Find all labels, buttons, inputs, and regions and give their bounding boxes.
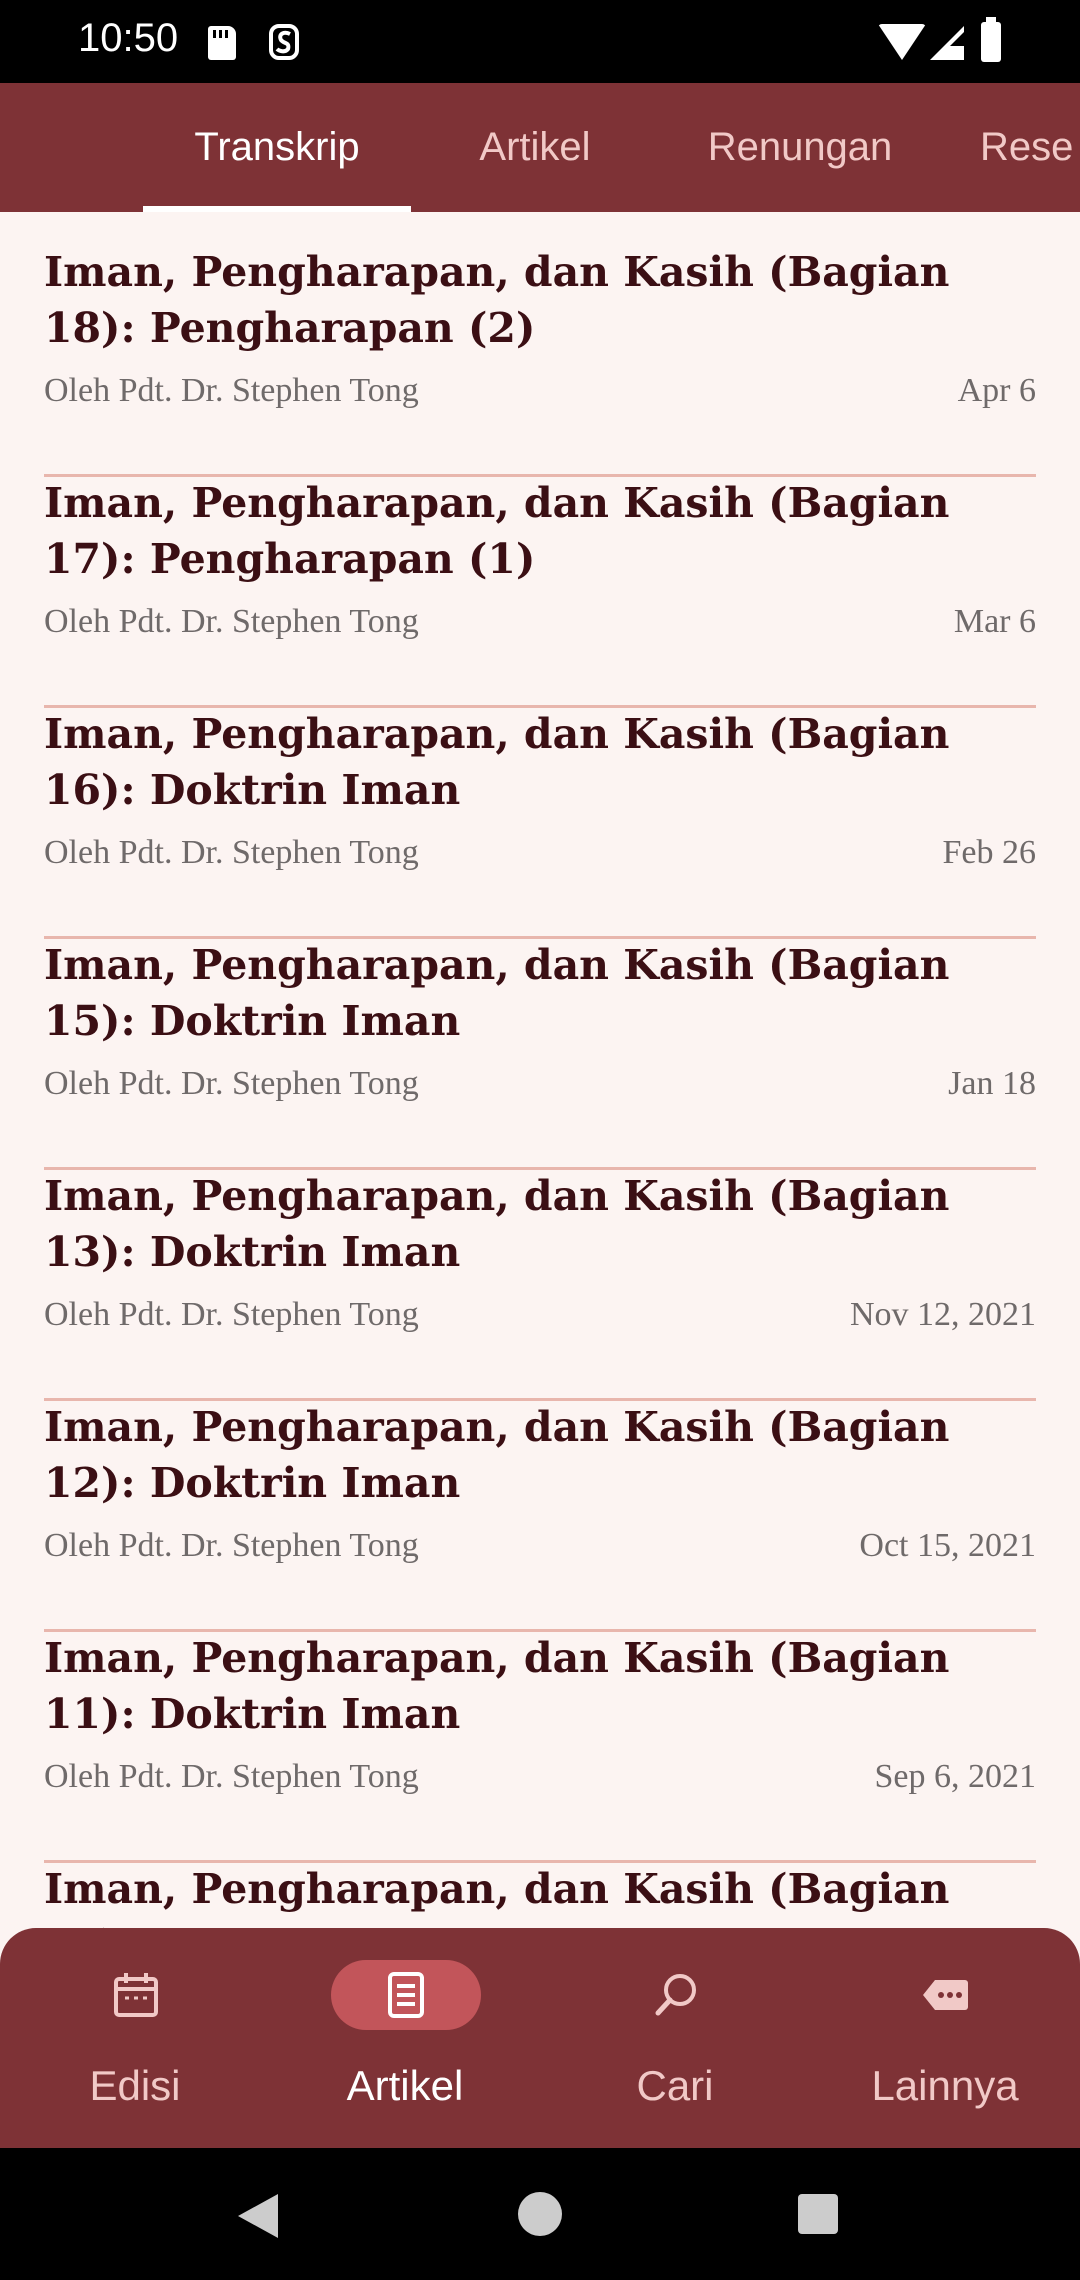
article-meta: Oleh Pdt. Dr. Stephen Tong Mar 6 bbox=[44, 603, 1036, 647]
system-navigation-bar bbox=[0, 2148, 1080, 2280]
article-meta: Oleh Pdt. Dr. Stephen Tong Sep 6, 2021 bbox=[44, 1758, 1036, 1802]
home-icon[interactable] bbox=[518, 2192, 562, 2236]
article-author: Oleh Pdt. Dr. Stephen Tong bbox=[44, 1065, 419, 1102]
article-author: Oleh Pdt. Dr. Stephen Tong bbox=[44, 834, 419, 871]
article-date: Feb 26 bbox=[942, 834, 1037, 871]
nav-label: Artikel bbox=[346, 2062, 464, 2109]
nav-lainnya[interactable]: Lainnya bbox=[810, 1928, 1080, 2148]
article-date: Mar 6 bbox=[953, 603, 1036, 640]
article-title: Iman, Pengharapan, dan Kasih (Bagian 18)… bbox=[44, 248, 950, 352]
article-list: Iman, Pengharapan, dan Kasih (Bagian 18)… bbox=[0, 212, 1080, 1928]
status-bar: 10:50 bbox=[0, 0, 1080, 83]
list-item[interactable]: Iman, Pengharapan, dan Kasih (Bagian 16)… bbox=[44, 706, 1036, 939]
article-date: Oct 15, 2021 bbox=[859, 1527, 1036, 1564]
article-author: Oleh Pdt. Dr. Stephen Tong bbox=[44, 603, 419, 640]
article-date: Nov 12, 2021 bbox=[849, 1296, 1036, 1333]
calendar-icon bbox=[114, 1973, 158, 2017]
app-notification-icon bbox=[269, 24, 299, 60]
article-icon bbox=[388, 1972, 424, 2018]
article-meta: Oleh Pdt. Dr. Stephen Tong Feb 26 bbox=[44, 834, 1036, 878]
nav-artikel[interactable]: Artikel bbox=[270, 1928, 540, 2148]
article-meta: Oleh Pdt. Dr. Stephen Tong Nov 12, 2021 bbox=[44, 1296, 1036, 1340]
article-date: Apr 6 bbox=[957, 372, 1036, 409]
tab-transkrip[interactable]: Transkrip bbox=[143, 83, 411, 212]
list-item[interactable]: Iman, Pengharapan, dan Kasih (Bagian 15)… bbox=[44, 937, 1036, 1170]
recent-apps-icon[interactable] bbox=[798, 2194, 838, 2234]
list-item[interactable]: Iman, Pengharapan, dan Kasih (Bagian 17)… bbox=[44, 475, 1036, 708]
bottom-navigation: Edisi Artikel Cari Lainnya bbox=[0, 1928, 1080, 2148]
tab-renungan[interactable]: Renungan bbox=[670, 83, 930, 212]
article-meta: Oleh Pdt. Dr. Stephen Tong Jan 18 bbox=[44, 1065, 1036, 1109]
article-title: Iman, Pengharapan, dan Kasih (Bagian 17)… bbox=[44, 479, 950, 583]
search-icon bbox=[655, 1974, 696, 2016]
list-item[interactable]: Iman, Pengharapan, dan Kasih (Bagian 13)… bbox=[44, 1168, 1036, 1401]
tab-artikel[interactable]: Artikel bbox=[440, 83, 630, 212]
nav-label: Lainnya bbox=[871, 2062, 1019, 2109]
tab-bar: Transkrip Artikel Renungan Rese bbox=[0, 83, 1080, 212]
article-title: Iman, Pengharapan, dan Kasih (Bagian 15)… bbox=[44, 941, 950, 1045]
article-author: Oleh Pdt. Dr. Stephen Tong bbox=[44, 1296, 419, 1333]
article-title: Iman, Pengharapan, dan Kasih (Bagian 10)… bbox=[44, 1865, 950, 1928]
article-author: Oleh Pdt. Dr. Stephen Tong bbox=[44, 1758, 419, 1795]
article-meta: Oleh Pdt. Dr. Stephen Tong Apr 6 bbox=[44, 372, 1036, 416]
list-item[interactable]: Iman, Pengharapan, dan Kasih (Bagian 18)… bbox=[44, 244, 1036, 477]
back-icon[interactable] bbox=[238, 2194, 278, 2238]
nav-cari[interactable]: Cari bbox=[540, 1928, 810, 2148]
more-tag-icon bbox=[923, 1980, 968, 2010]
list-item[interactable]: Iman, Pengharapan, dan Kasih (Bagian 11)… bbox=[44, 1630, 1036, 1863]
article-title: Iman, Pengharapan, dan Kasih (Bagian 16)… bbox=[44, 710, 950, 814]
article-title: Iman, Pengharapan, dan Kasih (Bagian 13)… bbox=[44, 1172, 950, 1276]
nav-label: Edisi bbox=[89, 2062, 181, 2109]
list-item[interactable]: Iman, Pengharapan, dan Kasih (Bagian 12)… bbox=[44, 1399, 1036, 1632]
tab-resensi[interactable]: Rese bbox=[980, 83, 1080, 212]
battery-icon bbox=[981, 17, 1001, 62]
article-author: Oleh Pdt. Dr. Stephen Tong bbox=[44, 1527, 419, 1564]
sd-card-icon bbox=[208, 26, 236, 60]
nav-edisi[interactable]: Edisi bbox=[0, 1928, 270, 2148]
article-title: Iman, Pengharapan, dan Kasih (Bagian 12)… bbox=[44, 1403, 950, 1507]
cell-signal-icon bbox=[930, 26, 964, 60]
article-meta: Oleh Pdt. Dr. Stephen Tong Oct 15, 2021 bbox=[44, 1527, 1036, 1571]
status-time: 10:50 bbox=[78, 16, 179, 60]
list-item[interactable]: Iman, Pengharapan, dan Kasih (Bagian 10)… bbox=[44, 1861, 1036, 1928]
article-date: Jan 18 bbox=[948, 1065, 1036, 1102]
article-date: Sep 6, 2021 bbox=[874, 1758, 1037, 1795]
wifi-icon bbox=[878, 24, 926, 60]
article-title: Iman, Pengharapan, dan Kasih (Bagian 11)… bbox=[44, 1634, 950, 1738]
article-author: Oleh Pdt. Dr. Stephen Tong bbox=[44, 372, 419, 409]
nav-label: Cari bbox=[636, 2062, 714, 2109]
